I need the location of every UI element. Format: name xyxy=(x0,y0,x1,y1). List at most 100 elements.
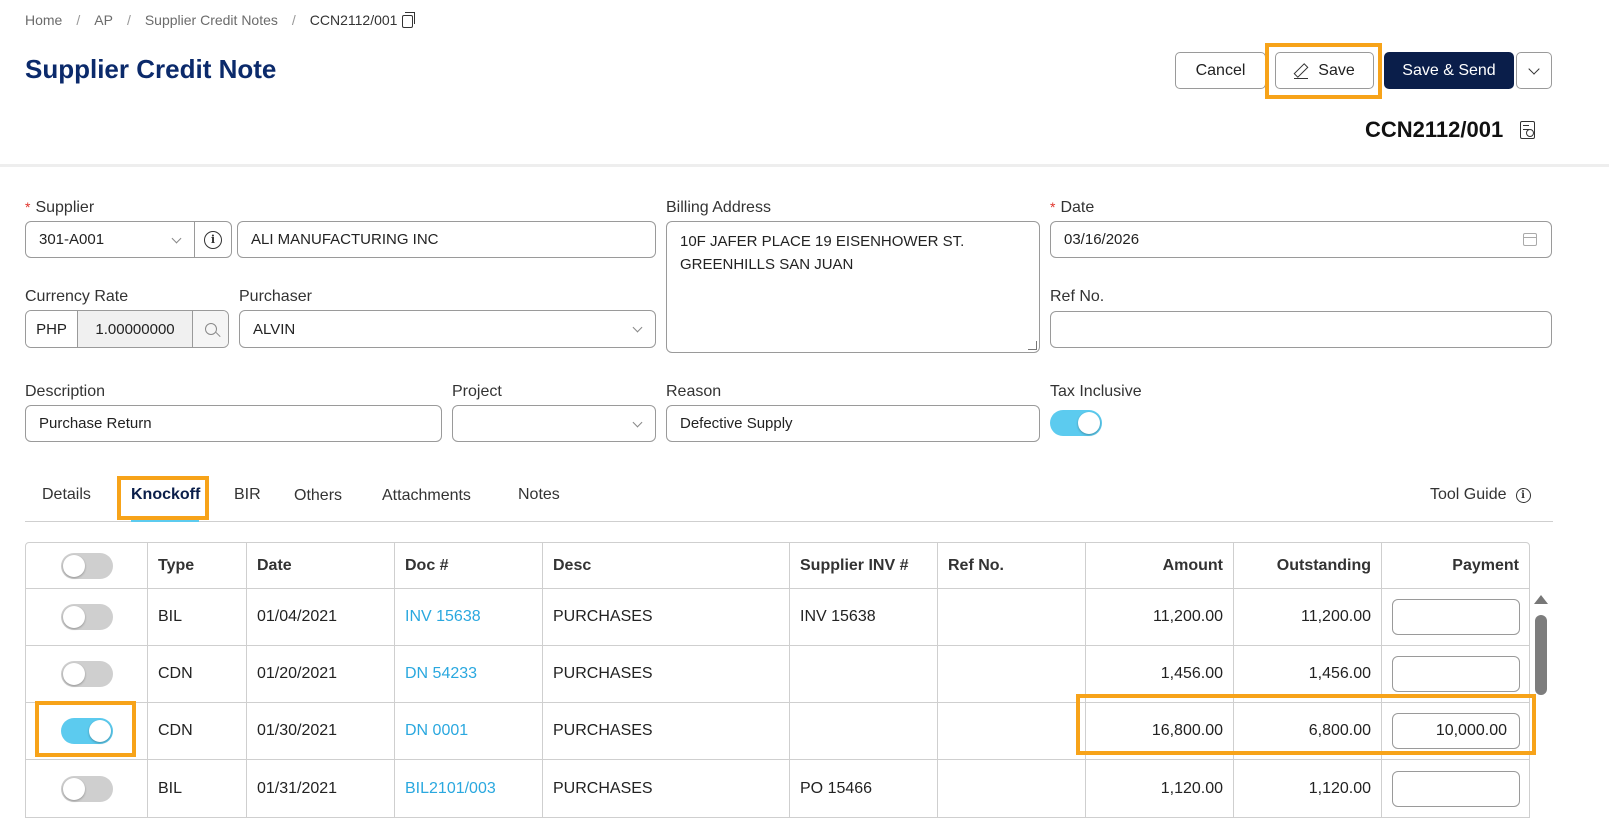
tool-guide-button[interactable]: Tool Guide i xyxy=(1430,486,1531,504)
toggle-knob xyxy=(62,777,85,800)
payment-input[interactable] xyxy=(1392,770,1520,807)
more-actions-button[interactable] xyxy=(1516,52,1552,89)
save-and-send-button[interactable]: Save & Send xyxy=(1384,52,1514,89)
currency-rate-label: Currency Rate xyxy=(25,288,129,305)
edit-icon xyxy=(1294,64,1309,79)
cell-payment xyxy=(1382,760,1529,817)
cell-desc: PURCHASES xyxy=(543,703,790,759)
copy-icon[interactable] xyxy=(402,11,416,28)
column-header-supplier-inv[interactable]: Supplier INV # xyxy=(790,543,938,588)
tab-others[interactable]: Others xyxy=(294,487,342,505)
column-header-outstanding[interactable]: Outstanding xyxy=(1234,543,1382,588)
toggle-knob xyxy=(1078,412,1100,434)
row-select-toggle[interactable] xyxy=(60,661,113,687)
cell-desc: PURCHASES xyxy=(543,589,790,645)
row-select-toggle[interactable] xyxy=(60,775,113,802)
supplier-name-value: ALI MANUFACTURING INC xyxy=(251,231,439,248)
reason-value: Defective Supply xyxy=(680,415,793,432)
cell-date: 01/04/2021 xyxy=(247,589,395,645)
required-marker: * xyxy=(25,199,31,215)
breadcrumb-home[interactable]: Home xyxy=(25,12,62,28)
doc-link[interactable]: DN 0001 xyxy=(405,722,468,740)
project-label: Project xyxy=(452,383,502,400)
chevron-down-icon xyxy=(1528,62,1540,75)
row-select-toggle[interactable] xyxy=(60,604,113,630)
page-title: Supplier Credit Note xyxy=(25,54,277,84)
column-header-amount[interactable]: Amount xyxy=(1086,543,1234,588)
chevron-down-icon xyxy=(632,417,643,428)
vertical-scrollbar-thumb[interactable] xyxy=(1535,615,1547,695)
project-select[interactable] xyxy=(452,405,656,442)
column-header-doc[interactable]: Doc # xyxy=(395,543,543,588)
resize-handle[interactable] xyxy=(1028,341,1037,350)
date-value: 03/16/2026 xyxy=(1064,231,1140,248)
supplier-name-field[interactable]: ALI MANUFACTURING INC xyxy=(237,221,656,258)
calendar-icon[interactable] xyxy=(1523,233,1537,246)
table-row: BIL 01/31/2021 BIL2101/003 PURCHASES PO … xyxy=(26,760,1529,817)
purchaser-select[interactable]: ALVIN xyxy=(239,310,656,348)
row-select-cell xyxy=(26,760,148,817)
tab-details[interactable]: Details xyxy=(42,486,91,504)
column-header-ref-no[interactable]: Ref No. xyxy=(938,543,1086,588)
cell-type: CDN xyxy=(148,646,247,702)
breadcrumb-separator: / xyxy=(76,12,81,28)
column-header-desc[interactable]: Desc xyxy=(543,543,790,588)
cell-ref-no xyxy=(938,760,1086,817)
search-icon xyxy=(204,323,217,335)
ref-no-field[interactable] xyxy=(1050,311,1552,348)
cell-date: 01/31/2021 xyxy=(247,760,395,817)
cell-type: BIL xyxy=(148,589,247,645)
cell-payment xyxy=(1382,589,1529,645)
cell-ref-no xyxy=(938,646,1086,702)
currency-search-button[interactable] xyxy=(193,311,228,347)
supplier-label: * Supplier xyxy=(25,199,95,216)
cell-outstanding: 11,200.00 xyxy=(1234,589,1382,645)
supplier-info-button[interactable]: i xyxy=(194,221,232,258)
save-button[interactable]: Save xyxy=(1275,52,1374,89)
toggle-knob xyxy=(62,606,85,628)
cell-date: 01/20/2021 xyxy=(247,646,395,702)
cell-type: CDN xyxy=(148,703,247,759)
currency-code: PHP xyxy=(26,311,78,347)
payment-input[interactable] xyxy=(1392,656,1520,692)
cell-supplier-inv xyxy=(790,703,938,759)
cell-outstanding: 1,120.00 xyxy=(1234,760,1382,817)
required-marker: * xyxy=(1050,199,1056,215)
document-preview-icon[interactable] xyxy=(1520,121,1535,139)
currency-rate-field[interactable]: 1.00000000 xyxy=(78,311,193,347)
supplier-code-select[interactable]: 301-A001 xyxy=(25,221,195,258)
supplier-code-value: 301-A001 xyxy=(39,231,105,248)
breadcrumb-current: CCN2112/001 xyxy=(309,12,398,28)
doc-link[interactable]: INV 15638 xyxy=(405,608,481,626)
reason-field[interactable]: Defective Supply xyxy=(666,405,1040,442)
description-field[interactable]: Purchase Return xyxy=(25,405,442,442)
cell-supplier-inv xyxy=(790,646,938,702)
column-header-payment[interactable]: Payment xyxy=(1382,543,1529,588)
column-header-date[interactable]: Date xyxy=(247,543,395,588)
tool-guide-label: Tool Guide xyxy=(1430,486,1507,503)
tax-inclusive-label: Tax Inclusive xyxy=(1050,383,1142,400)
breadcrumb-supplier-credit-notes[interactable]: Supplier Credit Notes xyxy=(145,12,278,28)
date-field[interactable]: 03/16/2026 xyxy=(1050,221,1552,258)
doc-link[interactable]: BIL2101/003 xyxy=(405,780,496,798)
cell-doc: BIL2101/003 xyxy=(395,760,543,817)
tab-notes[interactable]: Notes xyxy=(518,486,560,504)
tab-bir[interactable]: BIR xyxy=(234,486,261,504)
breadcrumb-separator: / xyxy=(126,12,131,28)
chevron-down-icon xyxy=(171,233,182,244)
amount-payment-highlight xyxy=(1076,694,1536,755)
cell-amount: 11,200.00 xyxy=(1086,589,1234,645)
purchaser-value: ALVIN xyxy=(253,320,296,338)
column-header-type[interactable]: Type xyxy=(148,543,247,588)
payment-input[interactable] xyxy=(1392,599,1520,635)
breadcrumb-ap[interactable]: AP xyxy=(94,12,113,28)
chevron-down-icon xyxy=(632,322,643,333)
tab-attachments[interactable]: Attachments xyxy=(382,487,471,505)
cell-doc: DN 0001 xyxy=(395,703,543,759)
scroll-up-arrow-icon[interactable] xyxy=(1534,595,1548,604)
billing-address-textarea[interactable]: 10F JAFER PLACE 19 EISENHOWER ST. GREENH… xyxy=(666,221,1040,353)
cancel-button[interactable]: Cancel xyxy=(1175,52,1266,89)
select-all-toggle[interactable] xyxy=(60,552,113,579)
tax-inclusive-toggle[interactable] xyxy=(1050,410,1102,436)
doc-link[interactable]: DN 54233 xyxy=(405,665,477,683)
